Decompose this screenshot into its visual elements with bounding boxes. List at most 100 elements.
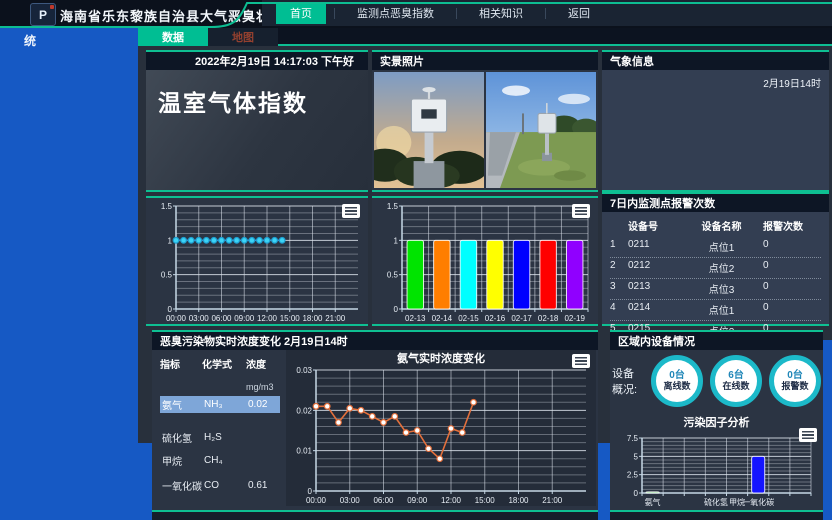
- svg-text:0.03: 0.03: [296, 366, 312, 375]
- chart-toolbox-icon[interactable]: [572, 354, 590, 368]
- tab-2[interactable]: 地图: [208, 28, 278, 46]
- odor-row[interactable]: 硫化氢H₂S: [160, 429, 280, 446]
- factor-analysis-chart-area: 02.557.5氨气硫化氢甲烷一氧化碳: [612, 430, 821, 508]
- weather-panel: 气象信息 2月19日14时: [602, 50, 829, 192]
- svg-text:15:00: 15:00: [475, 496, 496, 505]
- svg-text:1.5: 1.5: [161, 202, 173, 211]
- device-stats: 0台离线数6台在线数0台报警数: [644, 355, 821, 407]
- svg-text:06:00: 06:00: [373, 496, 394, 505]
- svg-text:2.5: 2.5: [627, 471, 639, 480]
- chart-toolbox-icon[interactable]: [799, 428, 817, 442]
- svg-text:7.5: 7.5: [627, 434, 639, 443]
- svg-text:09:00: 09:00: [407, 496, 428, 505]
- device-stat-badge-3: 0台报警数: [769, 355, 821, 407]
- weather-body: 2月19日14时: [602, 70, 829, 190]
- nav-item-1[interactable]: 首页: [276, 2, 326, 24]
- odor-row[interactable]: 甲烷CH₄: [160, 452, 280, 469]
- svg-text:02-13: 02-13: [405, 314, 426, 323]
- svg-text:18:00: 18:00: [302, 314, 323, 323]
- greeting-panel: 2022年2月19日 14:17:03 下午好 温室气体指数: [146, 50, 368, 192]
- table-row: 40214点位10: [610, 300, 821, 321]
- odor-table-header: 指标 化学式 浓度 mg/m3: [160, 356, 280, 392]
- factor-analysis-title: 污染因子分析: [610, 414, 823, 430]
- svg-text:12:00: 12:00: [441, 496, 462, 505]
- alarm-count-panel: 7日内监测点报警次数 设备号 设备名称 报警次数 10211点位1020212点…: [602, 192, 829, 326]
- svg-text:0.02: 0.02: [296, 406, 312, 415]
- svg-text:21:00: 21:00: [325, 314, 346, 323]
- svg-text:一氧化碳: 一氧化碳: [742, 497, 774, 507]
- svg-text:03:00: 03:00: [189, 314, 210, 323]
- svg-text:0.01: 0.01: [296, 447, 312, 456]
- svg-text:0: 0: [634, 489, 639, 498]
- svg-text:02-16: 02-16: [485, 314, 506, 323]
- svg-text:0.5: 0.5: [387, 271, 399, 280]
- column-indicator: 指标: [160, 356, 202, 392]
- odor-panel-title: 恶臭污染物实时浓度变化 2月19日14时: [152, 332, 598, 350]
- svg-text:00:00: 00:00: [306, 496, 327, 505]
- bottom-band: [138, 512, 832, 520]
- photos-panel: 实景照片: [372, 50, 598, 192]
- svg-text:00:00: 00:00: [166, 314, 187, 323]
- alarm-panel-title: 7日内监测点报警次数: [602, 194, 829, 212]
- odor-row[interactable]: 氨气NH₃0.02: [160, 396, 280, 413]
- svg-text:02-15: 02-15: [458, 314, 479, 323]
- hourly-index-chart-panel: 00.511.500:0003:0006:0009:0012:0015:0018…: [146, 196, 368, 326]
- device-stat-badge-1: 0台离线数: [651, 355, 703, 407]
- svg-text:5: 5: [634, 452, 639, 461]
- svg-text:06:00: 06:00: [211, 314, 232, 323]
- weather-timestamp: 2月19日14时: [763, 75, 821, 90]
- svg-text:09:00: 09:00: [234, 314, 255, 323]
- greenhouse-gas-headline: 温室气体指数: [146, 70, 368, 118]
- svg-text:03:00: 03:00: [340, 496, 361, 505]
- device-overview-label: 设备概况:: [612, 365, 644, 397]
- header-bar: P 海南省乐东黎族自治县大气恶臭状况实时发布系 首页监测点恶臭指数相关知识返回: [0, 0, 832, 28]
- table-row: 10211点位10: [610, 237, 821, 258]
- table-row: 20212点位20: [610, 258, 821, 279]
- odor-table: 指标 化学式 浓度 mg/m3 氨气NH₃0.02 硫化氢H₂S 甲烷CH₄ 一氧化碳…: [152, 350, 286, 508]
- svg-text:氨气实时浓度变化: 氨气实时浓度变化: [397, 351, 485, 365]
- side-strip: 统: [0, 28, 138, 520]
- site-photo-1: [374, 72, 484, 188]
- dashboard-page: P 海南省乐东黎族自治县大气恶臭状况实时发布系 首页监测点恶臭指数相关知识返回 …: [0, 0, 832, 520]
- svg-text:02-18: 02-18: [538, 314, 559, 323]
- svg-text:18:00: 18:00: [508, 496, 529, 505]
- svg-text:02-17: 02-17: [511, 314, 532, 323]
- concentration-unit: mg/m3: [246, 382, 280, 392]
- nav-separator: [334, 8, 335, 19]
- odor-table-body: 氨气NH₃0.02 硫化氢H₂S 甲烷CH₄ 一氧化碳CO0.61: [160, 396, 280, 494]
- ammonia-chart-area: 0 0.01 0.02 0.03 00:00 03:00 06:00 09:00 12:00 15…: [286, 350, 596, 506]
- device-stat-badge-2: 6台在线数: [710, 355, 762, 407]
- svg-text:21:00: 21:00: [542, 496, 563, 505]
- chart-toolbox-icon[interactable]: [572, 204, 590, 218]
- hourly-index-chart: 00.511.500:0003:0006:0009:0012:0015:0018…: [146, 198, 368, 324]
- nav-separator: [456, 8, 457, 19]
- odor-row[interactable]: 一氧化碳CO0.61: [160, 477, 280, 494]
- factor-analysis-chart: 02.557.5氨气硫化氢甲烷一氧化碳: [612, 430, 821, 508]
- svg-text:15:00: 15:00: [280, 314, 301, 323]
- svg-text:0: 0: [308, 487, 313, 496]
- svg-text:0: 0: [168, 305, 173, 314]
- tab-underline: [278, 44, 832, 46]
- nav-item-2[interactable]: 监测点恶臭指数: [343, 2, 448, 24]
- svg-text:12:00: 12:00: [257, 314, 278, 323]
- nav-item-4[interactable]: 返回: [554, 2, 604, 24]
- svg-text:硫化氢: 硫化氢: [704, 497, 728, 507]
- chart-toolbox-icon[interactable]: [342, 204, 360, 218]
- alarm-table: 设备号 设备名称 报警次数 10211点位1020212点位2030213点位3…: [602, 212, 829, 324]
- nav-item-3[interactable]: 相关知识: [465, 2, 537, 24]
- blue-sliver-right: [823, 340, 832, 520]
- svg-text:02-14: 02-14: [432, 314, 453, 323]
- device-overview: 设备概况: 0台离线数6台在线数0台报警数: [610, 350, 823, 412]
- column-formula: 化学式: [202, 356, 246, 392]
- app-title-wrap: 统: [24, 32, 37, 49]
- nav-separator: [545, 8, 546, 19]
- column-device-no: 设备号: [628, 218, 686, 233]
- logo: P: [30, 3, 56, 26]
- svg-text:1: 1: [394, 236, 399, 245]
- tab-1[interactable]: 数据: [138, 28, 208, 46]
- datetime-text: 2022年2月19日 14:17:03 下午好: [146, 52, 368, 70]
- svg-text:氨气: 氨气: [645, 497, 661, 507]
- odor-concentration-panel: 恶臭污染物实时浓度变化 2月19日14时 指标 化学式 浓度 mg/m3 氨气N…: [152, 330, 598, 512]
- greeting-body: 温室气体指数: [146, 70, 368, 190]
- devices-panel-title: 区域内设备情况: [610, 332, 823, 350]
